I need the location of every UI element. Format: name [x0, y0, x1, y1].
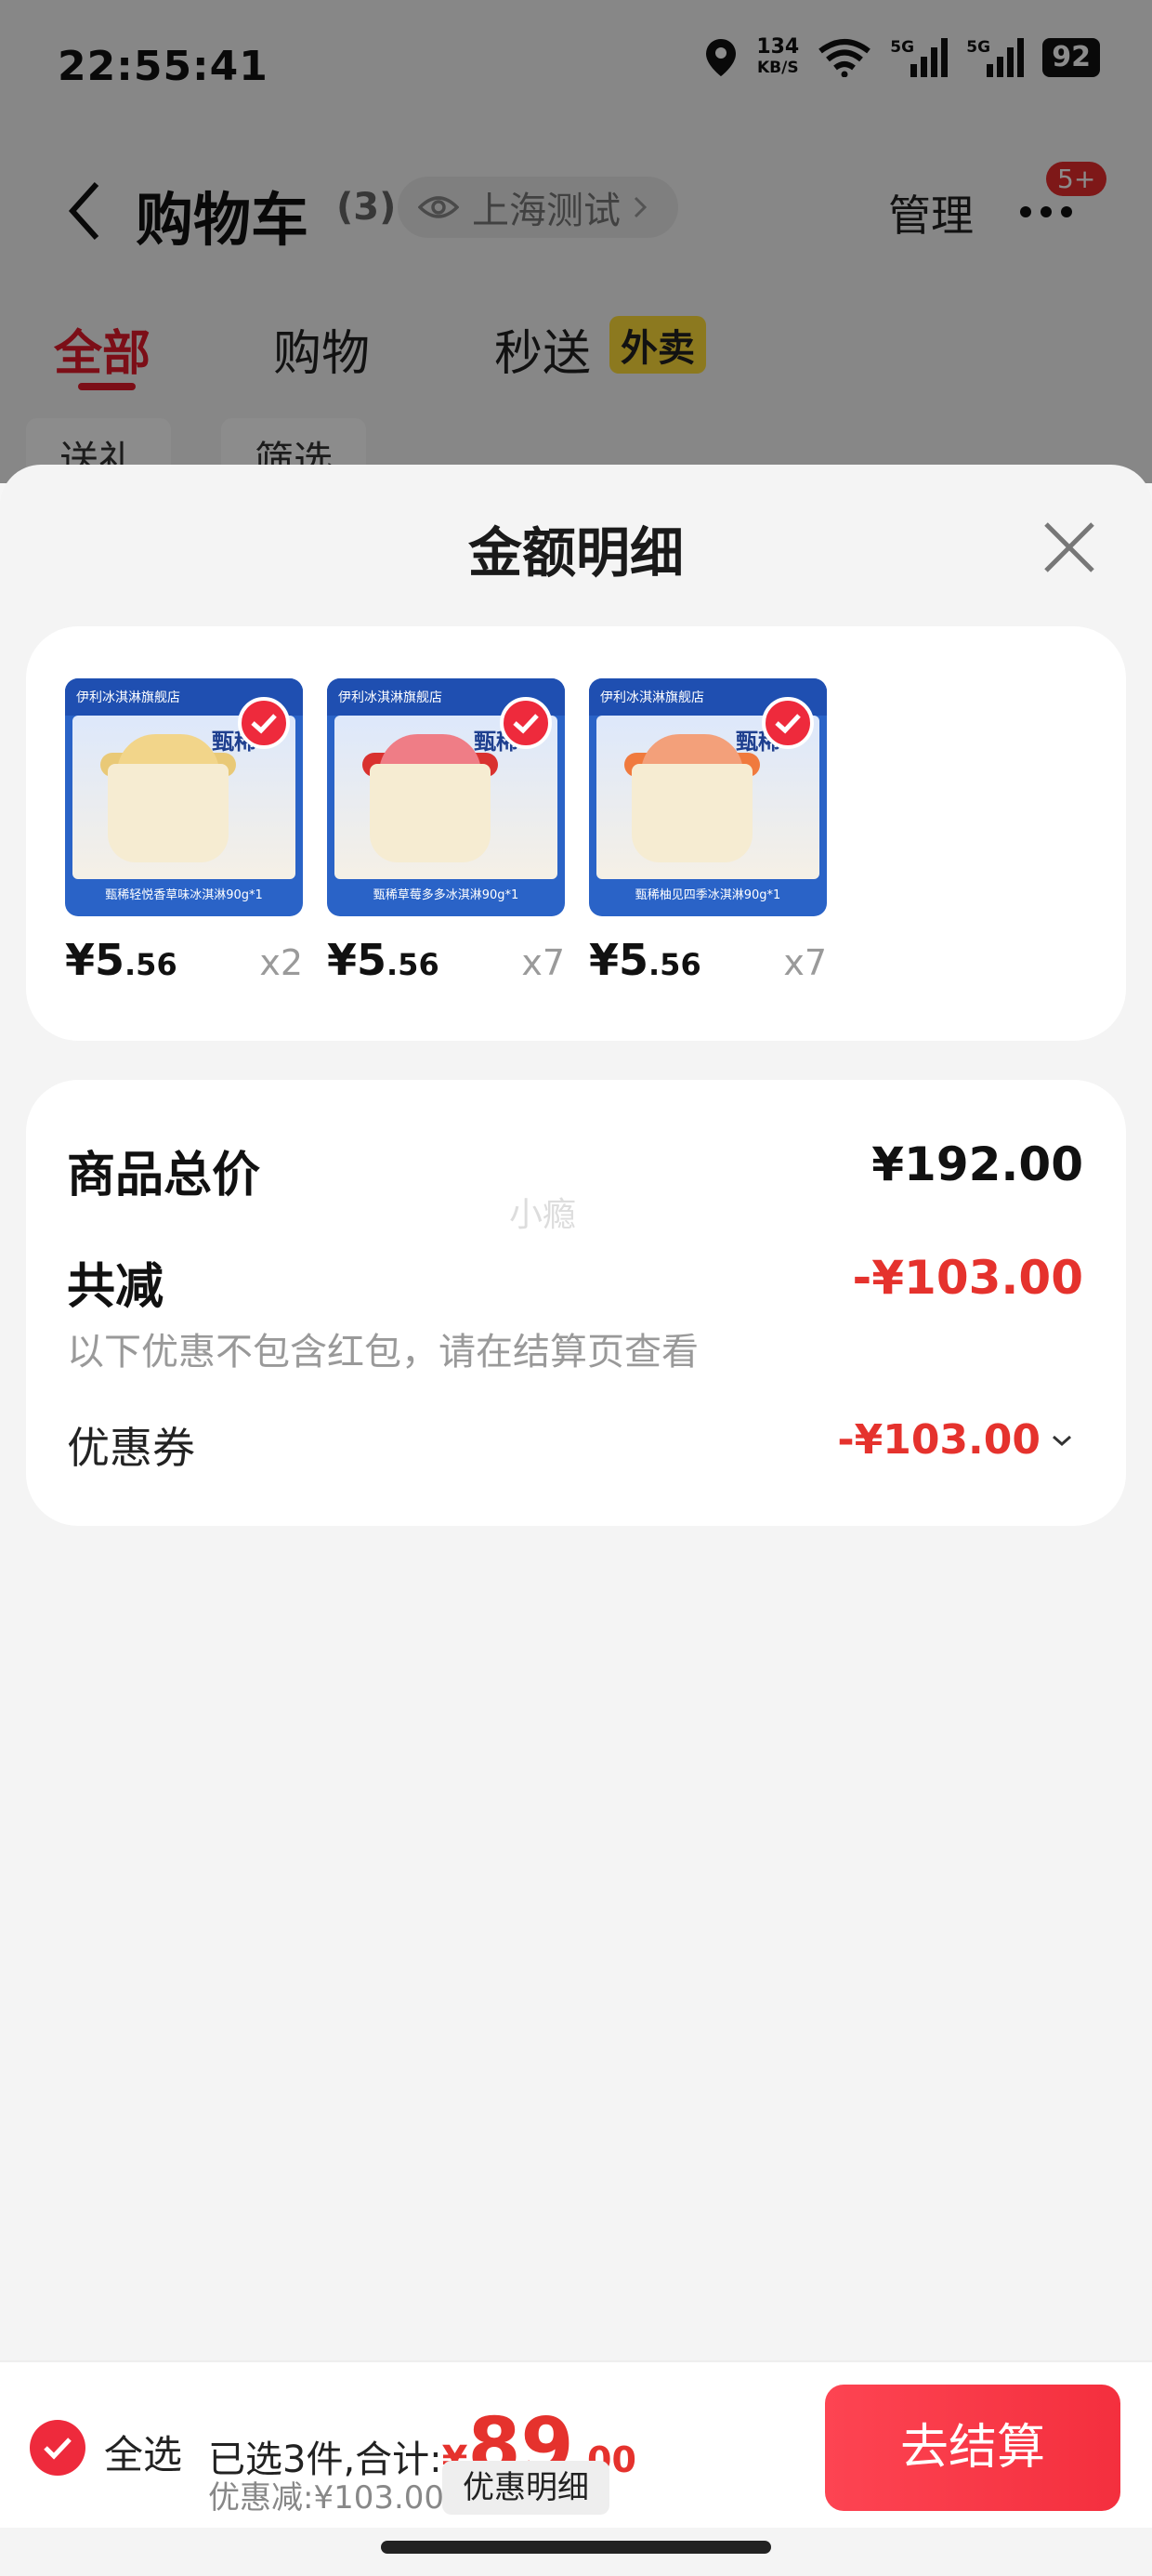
discount-detail-button[interactable]: 优惠明细 [442, 2461, 609, 2515]
checkout-button[interactable]: 去结算 [825, 2385, 1120, 2511]
price-summary-card: 商品总价 ¥192.00 小瘾 共减 -¥103.00 以下优惠不包含红包，请在… [26, 1080, 1126, 1526]
selected-check-icon [238, 697, 290, 749]
coupon-value[interactable]: -¥103.00 [837, 1416, 1072, 1464]
checkout-bar: 全选 已选3件,合计: ¥ 89 .00 优惠减:¥103.00 优惠明细 去结… [0, 2360, 1152, 2528]
selected-check-icon [500, 697, 552, 749]
select-all-label[interactable]: 全选 [104, 2424, 182, 2480]
product-image: 伊利冰淇淋旗舰店 甄稀 甄稀轻悦香草味冰淇淋90g*1 [65, 678, 303, 916]
select-all-check-icon[interactable] [30, 2420, 85, 2476]
sheet-title: 金额明细 [467, 521, 684, 585]
coupon-label: 优惠券 [67, 1423, 195, 1473]
discount-note: 以下优惠不包含红包，请在结算页查看 [67, 1331, 699, 1373]
product-item[interactable]: 伊利冰淇淋旗舰店 甄稀 甄稀草莓多多冰淇淋90g*1 ¥5.56 x7 [327, 678, 565, 1000]
product-price: ¥5.56 [327, 935, 439, 985]
modal-overlay[interactable] [0, 0, 1152, 483]
total-price-label: 商品总价 [67, 1148, 261, 1203]
product-price: ¥5.56 [65, 935, 177, 985]
watermark: 小瘾 [509, 1196, 577, 1234]
product-item[interactable]: 伊利冰淇淋旗舰店 甄稀 甄稀柚见四季冰淇淋90g*1 ¥5.56 x7 [589, 678, 827, 1000]
total-reduce-value: -¥103.00 [852, 1251, 1084, 1305]
product-caption: 甄稀轻悦香草味冰淇淋90g*1 [105, 888, 263, 902]
product-quantity: x7 [783, 942, 827, 983]
product-caption: 甄稀柚见四季冰淇淋90g*1 [635, 888, 781, 902]
product-item[interactable]: 伊利冰淇淋旗舰店 甄稀 甄稀轻悦香草味冰淇淋90g*1 ¥5.56 x2 [65, 678, 303, 1000]
close-icon[interactable] [1037, 515, 1102, 580]
chevron-down-icon [1053, 1435, 1071, 1446]
products-card: 伊利冰淇淋旗舰店 甄稀 甄稀轻悦香草味冰淇淋90g*1 ¥5.56 x2 伊利冰… [26, 626, 1126, 1041]
discount-text: 优惠减:¥103.00 [208, 2479, 445, 2517]
product-price: ¥5.56 [589, 935, 701, 985]
home-indicator[interactable] [381, 2541, 771, 2554]
total-reduce-label: 共减 [67, 1259, 164, 1315]
total-price-value: ¥192.00 [871, 1137, 1083, 1191]
product-image: 伊利冰淇淋旗舰店 甄稀 甄稀草莓多多冰淇淋90g*1 [327, 678, 565, 916]
product-quantity: x2 [259, 942, 303, 983]
product-quantity: x7 [521, 942, 565, 983]
amount-detail-sheet: 金额明细 伊利冰淇淋旗舰店 甄稀 甄稀轻悦香草味冰淇淋90g*1 ¥5.56 x… [0, 465, 1152, 2576]
product-image: 伊利冰淇淋旗舰店 甄稀 甄稀柚见四季冰淇淋90g*1 [589, 678, 827, 916]
selected-check-icon [762, 697, 814, 749]
product-caption: 甄稀草莓多多冰淇淋90g*1 [373, 888, 519, 902]
